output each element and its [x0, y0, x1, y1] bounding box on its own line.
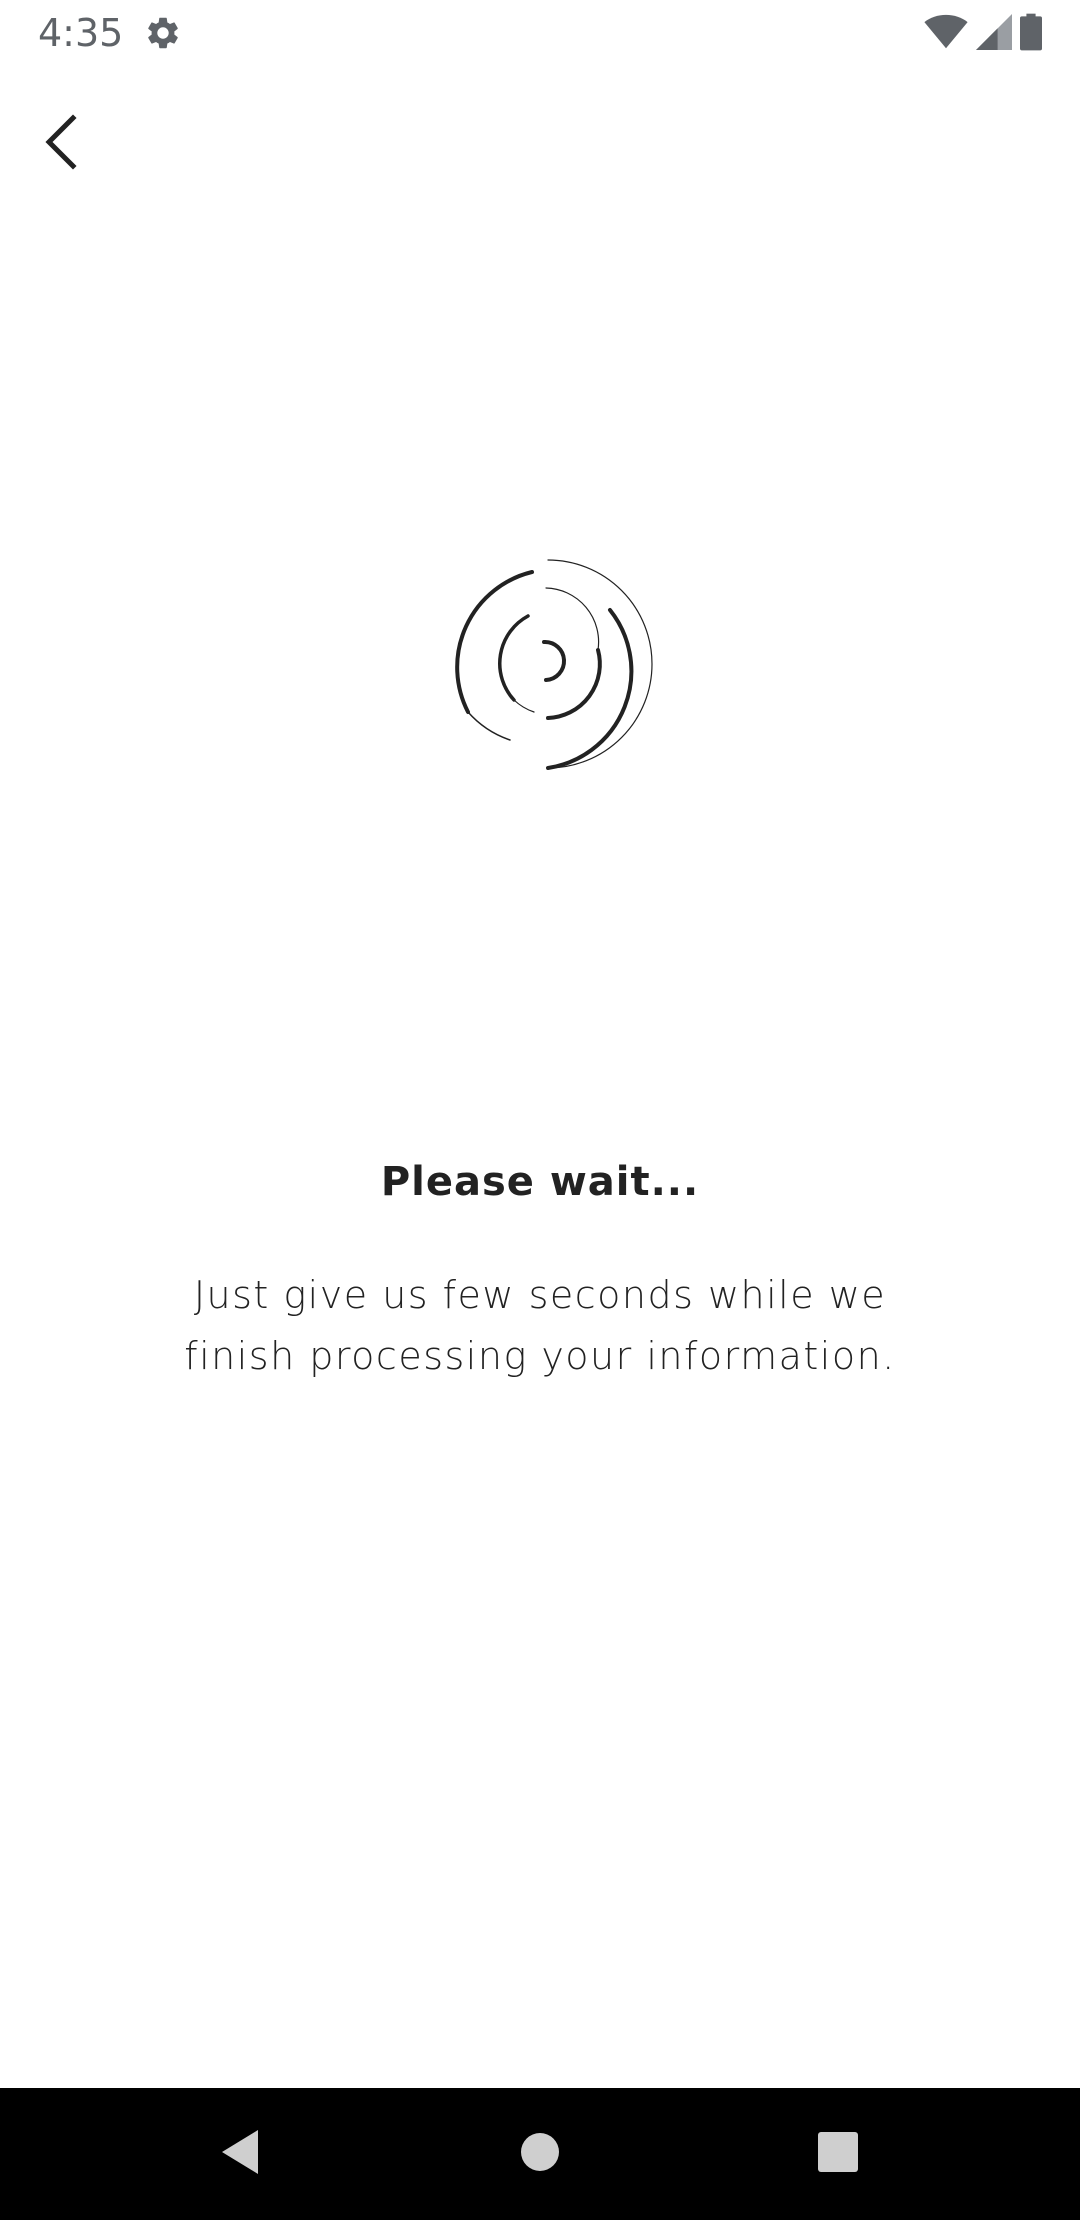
system-navigation-bar: [0, 2088, 1080, 2220]
status-icons: [924, 13, 1042, 55]
loading-screen: 4:35 Please wait... Just give us few sec…: [0, 0, 1080, 2220]
nav-home-button[interactable]: [480, 2088, 600, 2220]
loading-message: Just give us few seconds while we finish…: [184, 1273, 896, 1378]
nav-back-button[interactable]: [180, 2088, 300, 2220]
nav-recents-button[interactable]: [778, 2088, 898, 2220]
back-button[interactable]: [28, 104, 94, 184]
nav-back-icon: [218, 2128, 262, 2180]
loading-title: Please wait...: [380, 1159, 700, 1205]
chevron-left-icon: [41, 112, 81, 176]
battery-icon: [1020, 13, 1042, 55]
status-bar: 4:35: [0, 0, 1080, 66]
nav-recents-icon: [817, 2131, 859, 2177]
cellular-signal-icon: [976, 14, 1012, 54]
concentric-arc-spinner-icon: [440, 550, 660, 770]
status-time: 4:35: [38, 11, 124, 55]
nav-home-icon: [519, 2131, 561, 2177]
settings-gear-icon: [144, 14, 182, 52]
wifi-icon: [924, 14, 968, 54]
